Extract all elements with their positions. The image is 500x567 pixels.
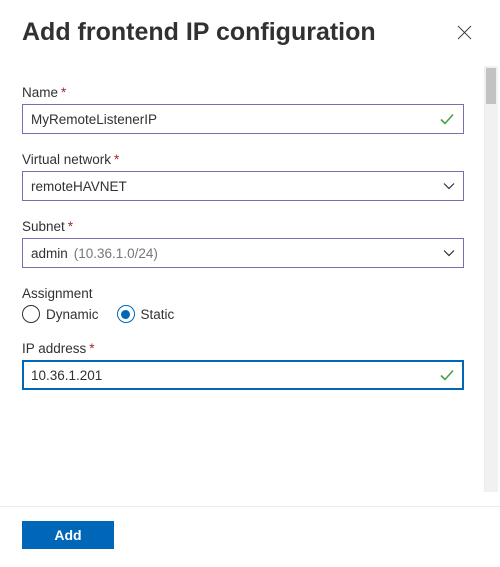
label-name: Name * bbox=[22, 85, 464, 100]
page-title: Add frontend IP configuration bbox=[22, 18, 376, 47]
scrollbar-thumb[interactable] bbox=[486, 68, 496, 104]
radio-circle-icon bbox=[22, 305, 40, 323]
chevron-down-icon bbox=[443, 180, 455, 192]
ip-input[interactable]: 10.36.1.201 bbox=[22, 360, 464, 390]
form-area: Name * MyRemoteListenerIP Virtual networ… bbox=[22, 85, 478, 390]
label-text: Name bbox=[22, 85, 58, 100]
field-subnet: Subnet * admin (10.36.1.0/24) bbox=[22, 219, 464, 268]
radio-label: Static bbox=[141, 307, 175, 322]
close-button[interactable] bbox=[450, 19, 478, 47]
label-text: Subnet bbox=[22, 219, 65, 234]
vnet-dropdown[interactable]: remoteHAVNET bbox=[22, 171, 464, 201]
required-mark: * bbox=[61, 85, 66, 100]
blade-header: Add frontend IP configuration bbox=[22, 18, 478, 47]
ip-value: 10.36.1.201 bbox=[31, 368, 439, 383]
field-ip: IP address * 10.36.1.201 bbox=[22, 341, 464, 390]
field-vnet: Virtual network * remoteHAVNET bbox=[22, 152, 464, 201]
required-mark: * bbox=[68, 219, 73, 234]
blade-panel: Add frontend IP configuration Name * MyR… bbox=[0, 0, 500, 567]
radio-label: Dynamic bbox=[46, 307, 99, 322]
name-input[interactable]: MyRemoteListenerIP bbox=[22, 104, 464, 134]
radio-static[interactable]: Static bbox=[117, 305, 175, 323]
label-assignment: Assignment bbox=[22, 286, 464, 301]
label-text: Assignment bbox=[22, 286, 93, 301]
check-icon bbox=[439, 367, 455, 383]
subnet-value: admin bbox=[31, 246, 68, 261]
radio-dot-icon bbox=[121, 310, 130, 319]
name-value: MyRemoteListenerIP bbox=[31, 112, 439, 127]
label-ip: IP address * bbox=[22, 341, 464, 356]
field-name: Name * MyRemoteListenerIP bbox=[22, 85, 464, 134]
required-mark: * bbox=[114, 152, 119, 167]
close-icon bbox=[457, 25, 472, 40]
radio-circle-selected-icon bbox=[117, 305, 135, 323]
add-button[interactable]: Add bbox=[22, 521, 114, 549]
radio-dynamic[interactable]: Dynamic bbox=[22, 305, 99, 323]
required-mark: * bbox=[89, 341, 94, 356]
vnet-value: remoteHAVNET bbox=[31, 179, 443, 194]
label-subnet: Subnet * bbox=[22, 219, 464, 234]
check-icon bbox=[439, 111, 455, 127]
blade-footer: Add bbox=[0, 506, 500, 567]
field-assignment: Assignment Dynamic Static bbox=[22, 286, 464, 323]
label-text: IP address bbox=[22, 341, 86, 356]
scrollbar-track[interactable] bbox=[484, 66, 498, 492]
subnet-dropdown[interactable]: admin (10.36.1.0/24) bbox=[22, 238, 464, 268]
label-vnet: Virtual network * bbox=[22, 152, 464, 167]
label-text: Virtual network bbox=[22, 152, 111, 167]
subnet-cidr: (10.36.1.0/24) bbox=[74, 246, 158, 261]
assignment-radio-group: Dynamic Static bbox=[22, 305, 464, 323]
chevron-down-icon bbox=[443, 247, 455, 259]
